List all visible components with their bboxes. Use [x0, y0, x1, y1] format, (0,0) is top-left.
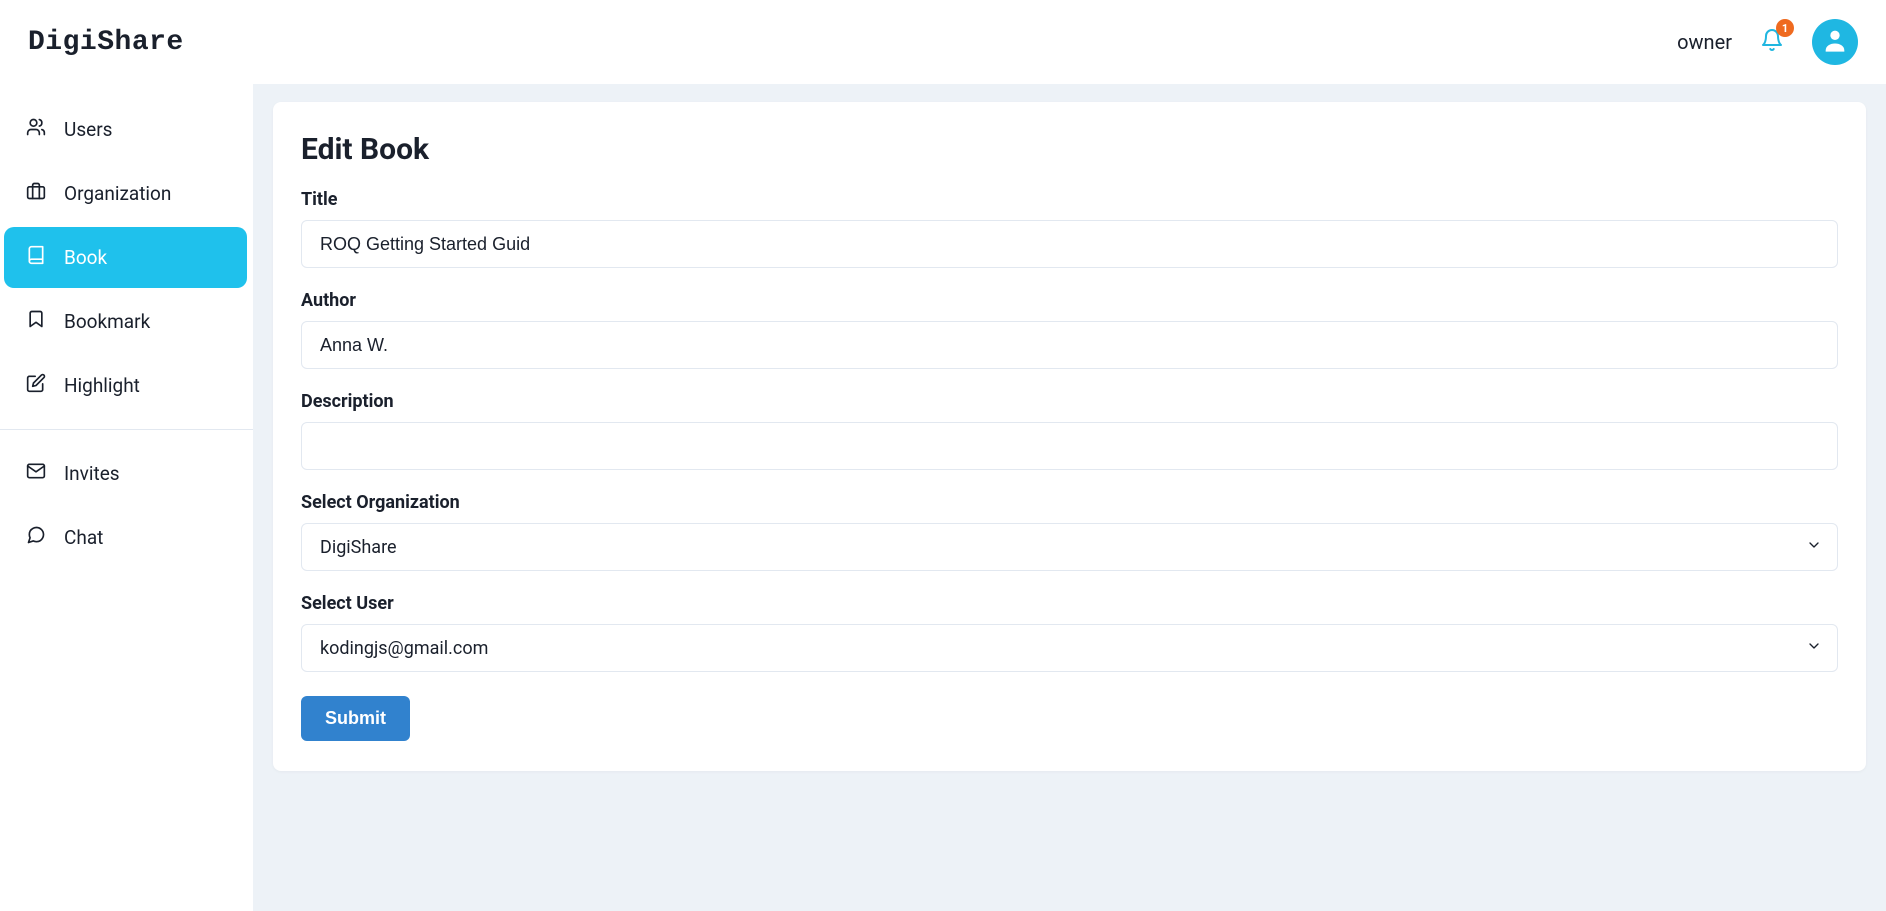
role-label: owner — [1677, 30, 1732, 54]
nav-section-main: Users Organization Boo — [0, 92, 253, 423]
sidebar-item-highlight[interactable]: Highlight — [4, 355, 247, 416]
sidebar-item-bookmark[interactable]: Bookmark — [4, 291, 247, 352]
sidebar-item-label: Book — [64, 246, 107, 269]
avatar[interactable] — [1812, 19, 1858, 65]
app-header: DigiShare owner 1 — [0, 0, 1886, 84]
organization-select[interactable]: DigiShare — [301, 523, 1838, 571]
content-area: Edit Book Title Author Description Selec… — [253, 84, 1886, 911]
sidebar-item-label: Bookmark — [64, 310, 150, 333]
sidebar: Users Organization Boo — [0, 84, 253, 911]
label-select-organization: Select Organization — [301, 492, 1838, 513]
user-select[interactable]: kodingjs@gmail.com — [301, 624, 1838, 672]
label-description: Description — [301, 391, 1838, 412]
sidebar-item-label: Users — [64, 118, 112, 141]
notifications-button[interactable]: 1 — [1760, 27, 1784, 57]
form-group-description: Description — [301, 391, 1838, 470]
sidebar-item-users[interactable]: Users — [4, 99, 247, 160]
app-title[interactable]: DigiShare — [28, 27, 184, 58]
form-group-organization: Select Organization DigiShare — [301, 492, 1838, 571]
sidebar-item-label: Chat — [64, 526, 103, 549]
sidebar-item-invites[interactable]: Invites — [4, 443, 247, 504]
page-title: Edit Book — [301, 132, 1838, 167]
label-select-user: Select User — [301, 593, 1838, 614]
sidebar-item-book[interactable]: Book — [4, 227, 247, 288]
organization-select-value: DigiShare — [320, 537, 397, 558]
briefcase-icon — [26, 181, 46, 206]
edit-book-card: Edit Book Title Author Description Selec… — [273, 102, 1866, 771]
author-input[interactable] — [301, 321, 1838, 369]
chat-icon — [26, 525, 46, 550]
bookmark-icon — [26, 309, 46, 334]
header-right: owner 1 — [1677, 19, 1858, 65]
users-icon — [26, 117, 46, 142]
sidebar-item-label: Organization — [64, 182, 171, 205]
sidebar-item-chat[interactable]: Chat — [4, 507, 247, 568]
notification-badge: 1 — [1776, 19, 1794, 37]
user-icon — [1821, 26, 1849, 58]
edit-icon — [26, 373, 46, 398]
submit-button[interactable]: Submit — [301, 696, 410, 741]
label-author: Author — [301, 290, 1838, 311]
title-input[interactable] — [301, 220, 1838, 268]
form-group-author: Author — [301, 290, 1838, 369]
label-title: Title — [301, 189, 1838, 210]
layout: Users Organization Boo — [0, 84, 1886, 911]
mail-icon — [26, 461, 46, 486]
user-select-wrap: kodingjs@gmail.com — [301, 624, 1838, 672]
form-group-user: Select User kodingjs@gmail.com — [301, 593, 1838, 672]
sidebar-item-label: Highlight — [64, 374, 140, 397]
form-group-title: Title — [301, 189, 1838, 268]
sidebar-item-organization[interactable]: Organization — [4, 163, 247, 224]
user-select-value: kodingjs@gmail.com — [320, 638, 488, 659]
sidebar-item-label: Invites — [64, 462, 120, 485]
nav-section-secondary: Invites Chat — [0, 436, 253, 575]
book-icon — [26, 245, 46, 270]
organization-select-wrap: DigiShare — [301, 523, 1838, 571]
description-input[interactable] — [301, 422, 1838, 470]
nav-divider — [0, 429, 253, 430]
